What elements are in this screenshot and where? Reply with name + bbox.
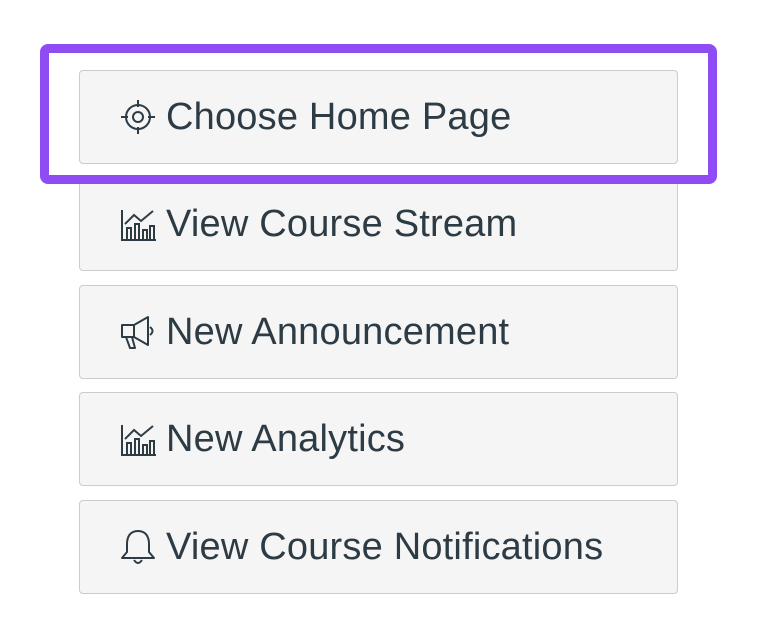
new-announcement-button[interactable]: New Announcement <box>79 285 678 379</box>
view-course-notifications-button[interactable]: View Course Notifications <box>79 500 678 594</box>
view-course-stream-label: View Course Stream <box>166 202 518 245</box>
view-course-stream-button[interactable]: View Course Stream <box>79 177 678 271</box>
megaphone-icon <box>116 310 160 354</box>
bell-icon <box>116 525 160 569</box>
course-home-actions: Choose Home Page View Course Stream New <box>0 0 765 621</box>
view-course-notifications-label: View Course Notifications <box>166 525 604 568</box>
choose-home-page-label: Choose Home Page <box>166 95 512 138</box>
choose-home-page-button[interactable]: Choose Home Page <box>79 70 678 164</box>
analytics-icon <box>116 417 160 461</box>
new-announcement-label: New Announcement <box>166 310 510 353</box>
analytics-icon <box>116 202 160 246</box>
new-analytics-label: New Analytics <box>166 417 406 460</box>
new-analytics-button[interactable]: New Analytics <box>79 392 678 486</box>
target-icon <box>116 95 160 139</box>
